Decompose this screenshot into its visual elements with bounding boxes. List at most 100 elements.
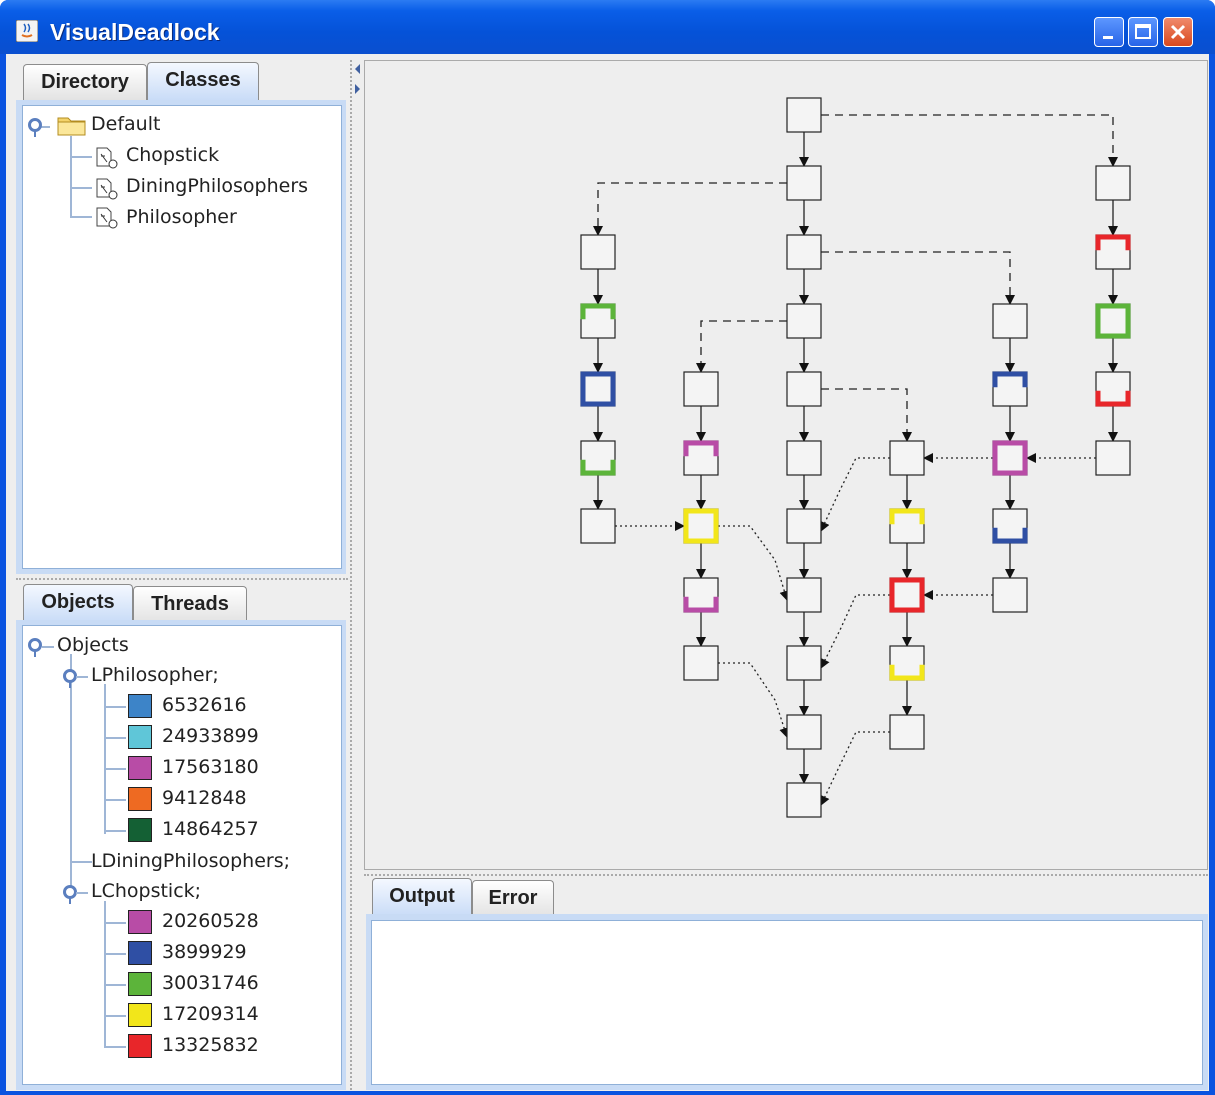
tree-expand-handle[interactable] (28, 118, 42, 137)
lock-held-node[interactable] (992, 440, 1028, 476)
instance-item[interactable]: 30031746 (162, 972, 259, 994)
class-file-icon (96, 147, 118, 169)
event-node[interactable] (992, 303, 1028, 339)
color-swatch (128, 787, 152, 811)
tree-node-diningphilosophers[interactable]: DiningPhilosophers (126, 175, 308, 197)
tree-expand-handle[interactable] (63, 885, 77, 904)
event-node[interactable] (1095, 371, 1131, 407)
sync-edge (820, 731, 890, 806)
spawn-edge (696, 320, 787, 373)
tree-node-philosopher-class[interactable]: LPhilosopher; (91, 664, 219, 686)
event-node[interactable] (786, 371, 822, 407)
tree-node-default[interactable]: Default (91, 113, 160, 135)
app-window: VisualDeadlock Directory Classes Default… (0, 0, 1215, 1095)
event-node[interactable] (786, 714, 822, 750)
color-swatch (128, 941, 152, 965)
object-tree[interactable]: Objects LPhilosopher; LDiningPhilosopher… (22, 625, 342, 1085)
color-swatch (128, 756, 152, 780)
event-node[interactable] (1095, 165, 1131, 201)
color-swatch (128, 910, 152, 934)
vertical-splitter[interactable] (350, 60, 362, 1090)
title-bar[interactable]: VisualDeadlock (0, 0, 1215, 54)
java-app-icon (16, 20, 38, 42)
class-file-icon (96, 178, 118, 200)
deadlock-graph-panel[interactable] (364, 60, 1208, 870)
tab-label: Classes (165, 69, 241, 91)
event-node[interactable] (786, 97, 822, 133)
event-node[interactable] (992, 371, 1028, 407)
spawn-edge (821, 251, 1015, 305)
deadlock-graph[interactable] (364, 60, 1208, 870)
color-swatch (128, 725, 152, 749)
event-node[interactable] (786, 303, 822, 339)
instance-item[interactable]: 3899929 (162, 941, 247, 963)
maximize-button[interactable] (1128, 17, 1158, 47)
instance-item[interactable]: 17563180 (162, 756, 259, 778)
instance-item[interactable]: 13325832 (162, 1034, 259, 1056)
instance-item[interactable]: 20260528 (162, 910, 259, 932)
tree-node-diningphilosophers-class[interactable]: LDiningPhilosophers; (91, 850, 290, 872)
spawn-edge (821, 388, 912, 442)
tab-label: Output (389, 885, 455, 907)
color-swatch (128, 1003, 152, 1027)
event-node[interactable] (786, 577, 822, 613)
event-node[interactable] (683, 371, 719, 407)
event-node[interactable] (683, 440, 719, 476)
instance-item[interactable]: 14864257 (162, 818, 259, 840)
output-text-area[interactable] (371, 920, 1203, 1085)
event-node[interactable] (889, 508, 925, 544)
tree-node-objects[interactable]: Objects (57, 634, 129, 656)
tree-node-philosopher[interactable]: Philosopher (126, 206, 237, 228)
tab-error[interactable]: Error (472, 880, 554, 916)
event-node[interactable] (1095, 234, 1131, 270)
instance-item[interactable]: 24933899 (162, 725, 259, 747)
lock-held-node[interactable] (683, 508, 719, 544)
class-file-icon (96, 207, 118, 229)
event-node[interactable] (889, 645, 925, 681)
tab-label: Threads (151, 593, 229, 615)
event-node[interactable] (786, 782, 822, 818)
lock-held-node[interactable] (889, 577, 925, 613)
tab-threads[interactable]: Threads (133, 586, 247, 622)
instance-item[interactable]: 6532616 (162, 694, 247, 716)
event-node[interactable] (786, 165, 822, 201)
event-node[interactable] (580, 440, 616, 476)
tab-label: Directory (41, 71, 129, 93)
close-button[interactable] (1163, 17, 1193, 47)
event-node[interactable] (889, 440, 925, 476)
minimize-button[interactable] (1094, 17, 1124, 47)
tab-classes[interactable]: Classes (147, 62, 259, 100)
event-node[interactable] (1095, 440, 1131, 476)
tab-directory[interactable]: Directory (23, 64, 147, 100)
event-node[interactable] (786, 440, 822, 476)
lock-held-node[interactable] (1095, 303, 1131, 339)
class-tree[interactable]: Default Chopstick DiningPhilosophers Phi… (22, 105, 342, 569)
tab-objects[interactable]: Objects (23, 584, 133, 622)
event-node[interactable] (683, 645, 719, 681)
event-node[interactable] (786, 508, 822, 544)
event-node[interactable] (580, 303, 616, 339)
sync-edge (718, 525, 790, 601)
instance-item[interactable]: 17209314 (162, 1003, 259, 1025)
event-node[interactable] (683, 577, 719, 613)
spawn-edge (593, 182, 787, 236)
window-title: VisualDeadlock (50, 19, 220, 45)
minimize-icon (1103, 36, 1113, 39)
tree-node-chopstick[interactable]: Chopstick (126, 144, 219, 166)
tree-expand-handle[interactable] (28, 638, 42, 657)
color-swatch (128, 818, 152, 842)
instance-item[interactable]: 9412848 (162, 787, 247, 809)
event-node[interactable] (889, 714, 925, 750)
event-node[interactable] (786, 234, 822, 270)
event-node[interactable] (580, 508, 616, 544)
event-node[interactable] (786, 645, 822, 681)
tree-node-chopstick-class[interactable]: LChopstick; (91, 880, 201, 902)
event-node[interactable] (992, 577, 1028, 613)
event-node[interactable] (992, 508, 1028, 544)
tab-output[interactable]: Output (372, 878, 472, 916)
lock-held-node[interactable] (580, 371, 616, 407)
sync-edge (718, 662, 789, 738)
folder-icon (57, 117, 86, 136)
event-node[interactable] (580, 234, 616, 270)
tree-expand-handle[interactable] (63, 669, 77, 688)
